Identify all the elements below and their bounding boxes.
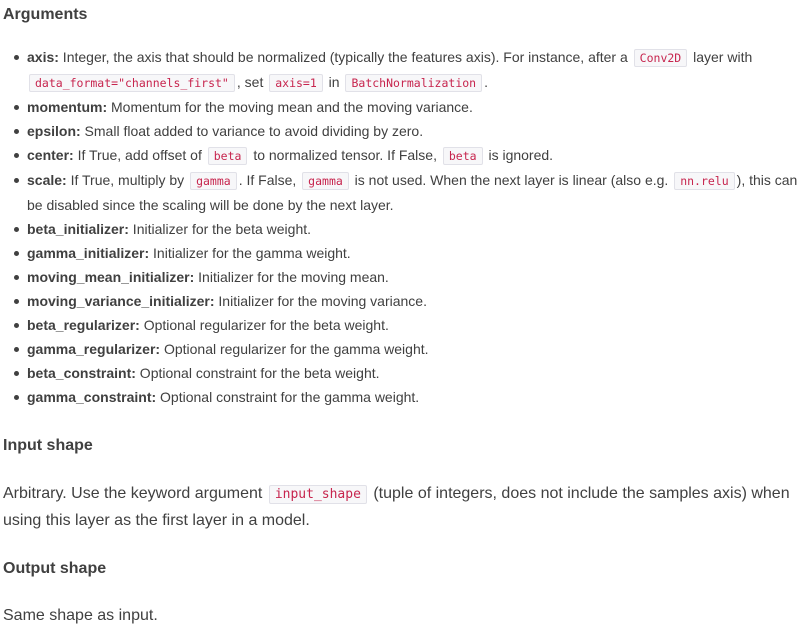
inline-code: axis=1 <box>269 74 323 92</box>
arg-desc: Optional regularizer for the beta weight… <box>139 317 389 333</box>
arg-term: gamma_constraint: <box>27 389 157 405</box>
arg-momentum: momentum: Momentum for the moving mean a… <box>14 95 804 119</box>
arg-desc: Optional constraint for the beta weight. <box>135 365 380 381</box>
arg-term: moving_mean_initializer: <box>27 269 195 285</box>
arguments-list: axis: Integer, the axis that should be n… <box>3 45 804 409</box>
arg-term: scale: <box>27 172 67 188</box>
arg-desc: . <box>484 74 488 90</box>
arg-term: beta_regularizer: <box>27 317 140 333</box>
arg-term: gamma_initializer: <box>27 245 150 261</box>
inline-code: Conv2D <box>633 49 688 67</box>
arguments-heading: Arguments <box>3 6 88 23</box>
arg-beta-initializer: beta_initializer: Initializer for the be… <box>14 217 804 241</box>
arg-desc: . If False, <box>238 172 301 188</box>
inline-code: beta <box>442 147 483 165</box>
input-shape-desc: Arbitrary. Use the keyword argument <box>3 485 267 502</box>
arg-desc: If True, add offset of <box>73 147 206 163</box>
arg-gamma-regularizer: gamma_regularizer: Optional regularizer … <box>14 337 804 361</box>
arg-axis: axis: Integer, the axis that should be n… <box>14 45 804 95</box>
doc-page: Arguments axis: Integer, the axis that s… <box>0 3 808 637</box>
input-shape-heading: Input shape <box>3 437 93 454</box>
inline-code: nn.relu <box>674 172 735 190</box>
output-shape-text: Same shape as input. <box>3 607 158 624</box>
arg-desc: in <box>324 74 344 90</box>
inline-code: input_shape <box>268 485 367 504</box>
arg-desc: is not used. When the next layer is line… <box>350 172 673 188</box>
arg-desc: , set <box>236 74 268 90</box>
arg-epsilon: epsilon: Small float added to variance t… <box>14 119 804 143</box>
arg-term: center: <box>27 147 74 163</box>
arg-desc: is ignored. <box>484 147 554 163</box>
input-shape-text: Arbitrary. Use the keyword argument inpu… <box>3 481 804 534</box>
arg-moving-variance-initializer: moving_variance_initializer: Initializer… <box>14 289 804 313</box>
arg-desc: Integer, the axis that should be normali… <box>58 49 632 65</box>
arg-term: beta_initializer: <box>27 221 129 237</box>
arg-term: beta_constraint: <box>27 365 136 381</box>
arg-desc: layer with <box>689 49 753 65</box>
arg-scale: scale: If True, multiply by gamma. If Fa… <box>14 168 804 217</box>
output-shape-heading: Output shape <box>3 560 107 577</box>
inline-code: gamma <box>190 172 237 190</box>
inline-code: beta <box>207 147 248 165</box>
arg-desc: If True, multiply by <box>66 172 189 188</box>
arg-center: center: If True, add offset of beta to n… <box>14 143 804 168</box>
arg-gamma-initializer: gamma_initializer: Initializer for the g… <box>14 241 804 265</box>
inline-code: BatchNormalization <box>345 74 483 92</box>
arg-beta-constraint: beta_constraint: Optional constraint for… <box>14 361 804 385</box>
arg-desc: Initializer for the beta weight. <box>128 221 312 237</box>
arg-term: momentum: <box>27 99 108 115</box>
arg-term: moving_variance_initializer: <box>27 293 215 309</box>
arg-gamma-constraint: gamma_constraint: Optional constraint fo… <box>14 385 804 409</box>
arg-desc: Momentum for the moving mean and the mov… <box>107 99 473 115</box>
arg-desc: Optional constraint for the gamma weight… <box>156 389 420 405</box>
arg-beta-regularizer: beta_regularizer: Optional regularizer f… <box>14 313 804 337</box>
arg-desc: to normalized tensor. If False, <box>249 147 441 163</box>
inline-code: gamma <box>302 172 349 190</box>
arg-desc: Initializer for the moving variance. <box>214 293 427 309</box>
arg-term: axis: <box>27 49 59 65</box>
arg-desc: Small float added to variance to avoid d… <box>80 123 424 139</box>
arg-term: gamma_regularizer: <box>27 341 161 357</box>
arg-term: epsilon: <box>27 123 81 139</box>
arg-desc: Optional regularizer for the gamma weigh… <box>160 341 429 357</box>
inline-code: data_format="channels_first" <box>29 74 235 92</box>
arg-desc: Initializer for the gamma weight. <box>149 245 351 261</box>
arg-desc: Initializer for the moving mean. <box>194 269 389 285</box>
arg-moving-mean-initializer: moving_mean_initializer: Initializer for… <box>14 265 804 289</box>
